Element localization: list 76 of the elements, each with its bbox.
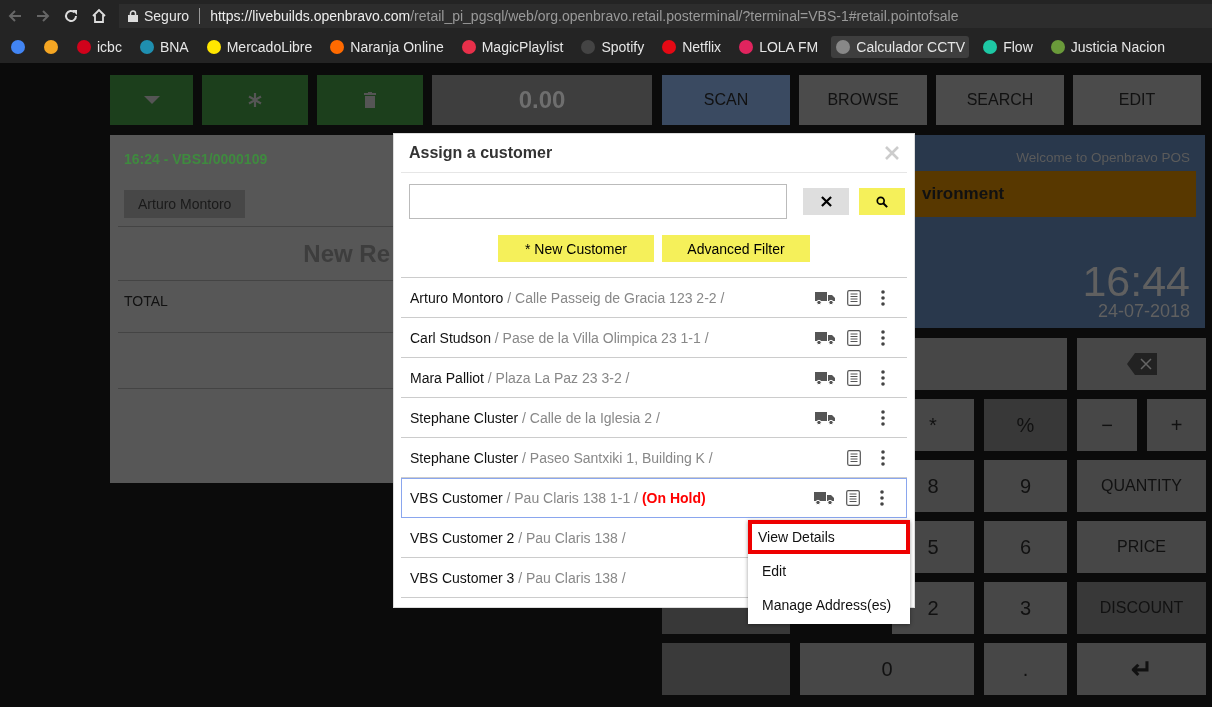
document-icon[interactable] [846, 289, 861, 306]
more-options-icon[interactable] [881, 369, 885, 386]
document-icon[interactable] [846, 449, 861, 466]
lock-icon [128, 9, 138, 22]
search-field[interactable] [409, 184, 787, 219]
clear-button[interactable] [803, 188, 849, 215]
bookmark[interactable]: Naranja Online [325, 36, 448, 58]
bookmark[interactable]: Flow [978, 36, 1037, 58]
menu-item[interactable]: View Details [748, 520, 910, 554]
customer-row[interactable]: Arturo Montoro / Calle Passeig de Gracia 123 2-2 / [401, 278, 907, 318]
favicon-icon [43, 39, 59, 55]
favicon-icon [982, 39, 999, 55]
document-icon[interactable] [845, 490, 860, 506]
customer-entry: VBS Customer 2 / Pau Claris 138 / [410, 529, 626, 546]
home-icon[interactable] [91, 7, 107, 24]
bookmark[interactable]: Netflix [657, 36, 726, 58]
bookmark[interactable]: Justicia Nacion [1045, 36, 1169, 58]
favicon-icon [138, 39, 155, 55]
favicon-icon [738, 39, 755, 55]
customer-row[interactable]: Stephane Cluster / Calle de la Iglesia 2 / [401, 398, 907, 438]
dialog-title: Assign a customer [409, 144, 553, 162]
close-icon [820, 196, 832, 207]
document-icon[interactable] [846, 369, 861, 386]
more-options-icon[interactable] [880, 490, 884, 506]
truck-icon[interactable] [814, 410, 835, 425]
customer-row[interactable]: Mara Palliot / Plaza La Paz 23 3-2 / [401, 358, 907, 398]
bookmark[interactable]: MercadoLibre [201, 36, 317, 58]
customer-entry: VBS Customer / Pau Claris 138 1-1 / (On Hold) [410, 490, 706, 506]
favicon-icon [76, 39, 92, 55]
bookmark[interactable]: icbc [72, 36, 126, 58]
customer-entry: Carl Studson / Pase de la Villa Olimpica 23 1-1 / [410, 329, 709, 346]
bookmark[interactable]: LOLA FM [734, 36, 823, 58]
bookmark[interactable]: MagicPlaylist [456, 36, 568, 58]
truck-icon[interactable] [814, 370, 835, 385]
customer-row[interactable]: VBS Customer / Pau Claris 138 1-1 / (On Hold) [401, 478, 907, 518]
customer-entry: Stephane Cluster / Paseo Santxiki 1, Building K / [410, 449, 713, 466]
more-options-icon[interactable] [881, 329, 885, 346]
security-label: Seguro [144, 7, 190, 24]
favicon-icon [460, 39, 477, 55]
reload-icon[interactable] [63, 7, 79, 24]
bookmark[interactable]: Calculador CCTV [831, 36, 970, 58]
favicon-icon [1049, 39, 1066, 55]
favicon-icon [661, 39, 678, 55]
more-options-icon[interactable] [881, 409, 885, 426]
favicon-icon [205, 39, 222, 55]
customer-row[interactable]: Stephane Cluster / Paseo Santxiki 1, Building K / [401, 438, 907, 478]
advanced-filter-button[interactable]: Advanced Filter [662, 235, 810, 262]
more-options-icon[interactable] [881, 289, 885, 306]
truck-icon[interactable] [813, 491, 834, 505]
bookmark[interactable]: Spotify [576, 36, 649, 58]
bookmark[interactable]: BNA [134, 36, 193, 58]
caret-icon [143, 95, 160, 105]
backspace-icon [1126, 353, 1157, 375]
more-options-icon[interactable] [881, 449, 885, 466]
favicon-icon [329, 39, 346, 55]
favicon-icon [580, 39, 597, 55]
search-icon [876, 195, 888, 208]
search-button[interactable] [859, 188, 905, 215]
new-customer-button[interactable]: * New Customer [498, 235, 654, 262]
address-bar[interactable]: Seguro https://livebuilds.openbravo.com/retail_pi_pgsql/web/org.openbravo.retail.posterminal/?terminal=VBS-1#retail.pointofsale [119, 3, 1212, 28]
truck-icon[interactable] [814, 290, 835, 305]
favicon-icon [835, 39, 852, 55]
back-icon[interactable] [7, 7, 23, 24]
document-icon[interactable] [846, 329, 861, 346]
customer-entry: VBS Customer 3 / Pau Claris 138 / [410, 569, 626, 586]
customer-entry: Stephane Cluster / Calle de la Iglesia 2 / [410, 409, 660, 426]
trash-icon [364, 92, 376, 108]
customer-entry: Mara Palliot / Plaza La Paz 23 3-2 / [410, 369, 630, 386]
forward-icon[interactable] [35, 7, 51, 24]
url-text: https://livebuilds.openbravo.com/retail_pi_pgsql/web/org.openbravo.retail.posterminal/?terminal=VBS-1#retail.pointofsale [210, 7, 959, 24]
truck-icon[interactable] [814, 330, 835, 345]
customer-row[interactable]: Carl Studson / Pase de la Villa Olimpica 23 1-1 / [401, 318, 907, 358]
customer-entry: Arturo Montoro / Calle Passeig de Gracia 123 2-2 / [410, 289, 725, 306]
favicon-icon [10, 39, 26, 55]
asterisk-icon [247, 92, 263, 108]
total-label: TOTAL [124, 293, 168, 311]
